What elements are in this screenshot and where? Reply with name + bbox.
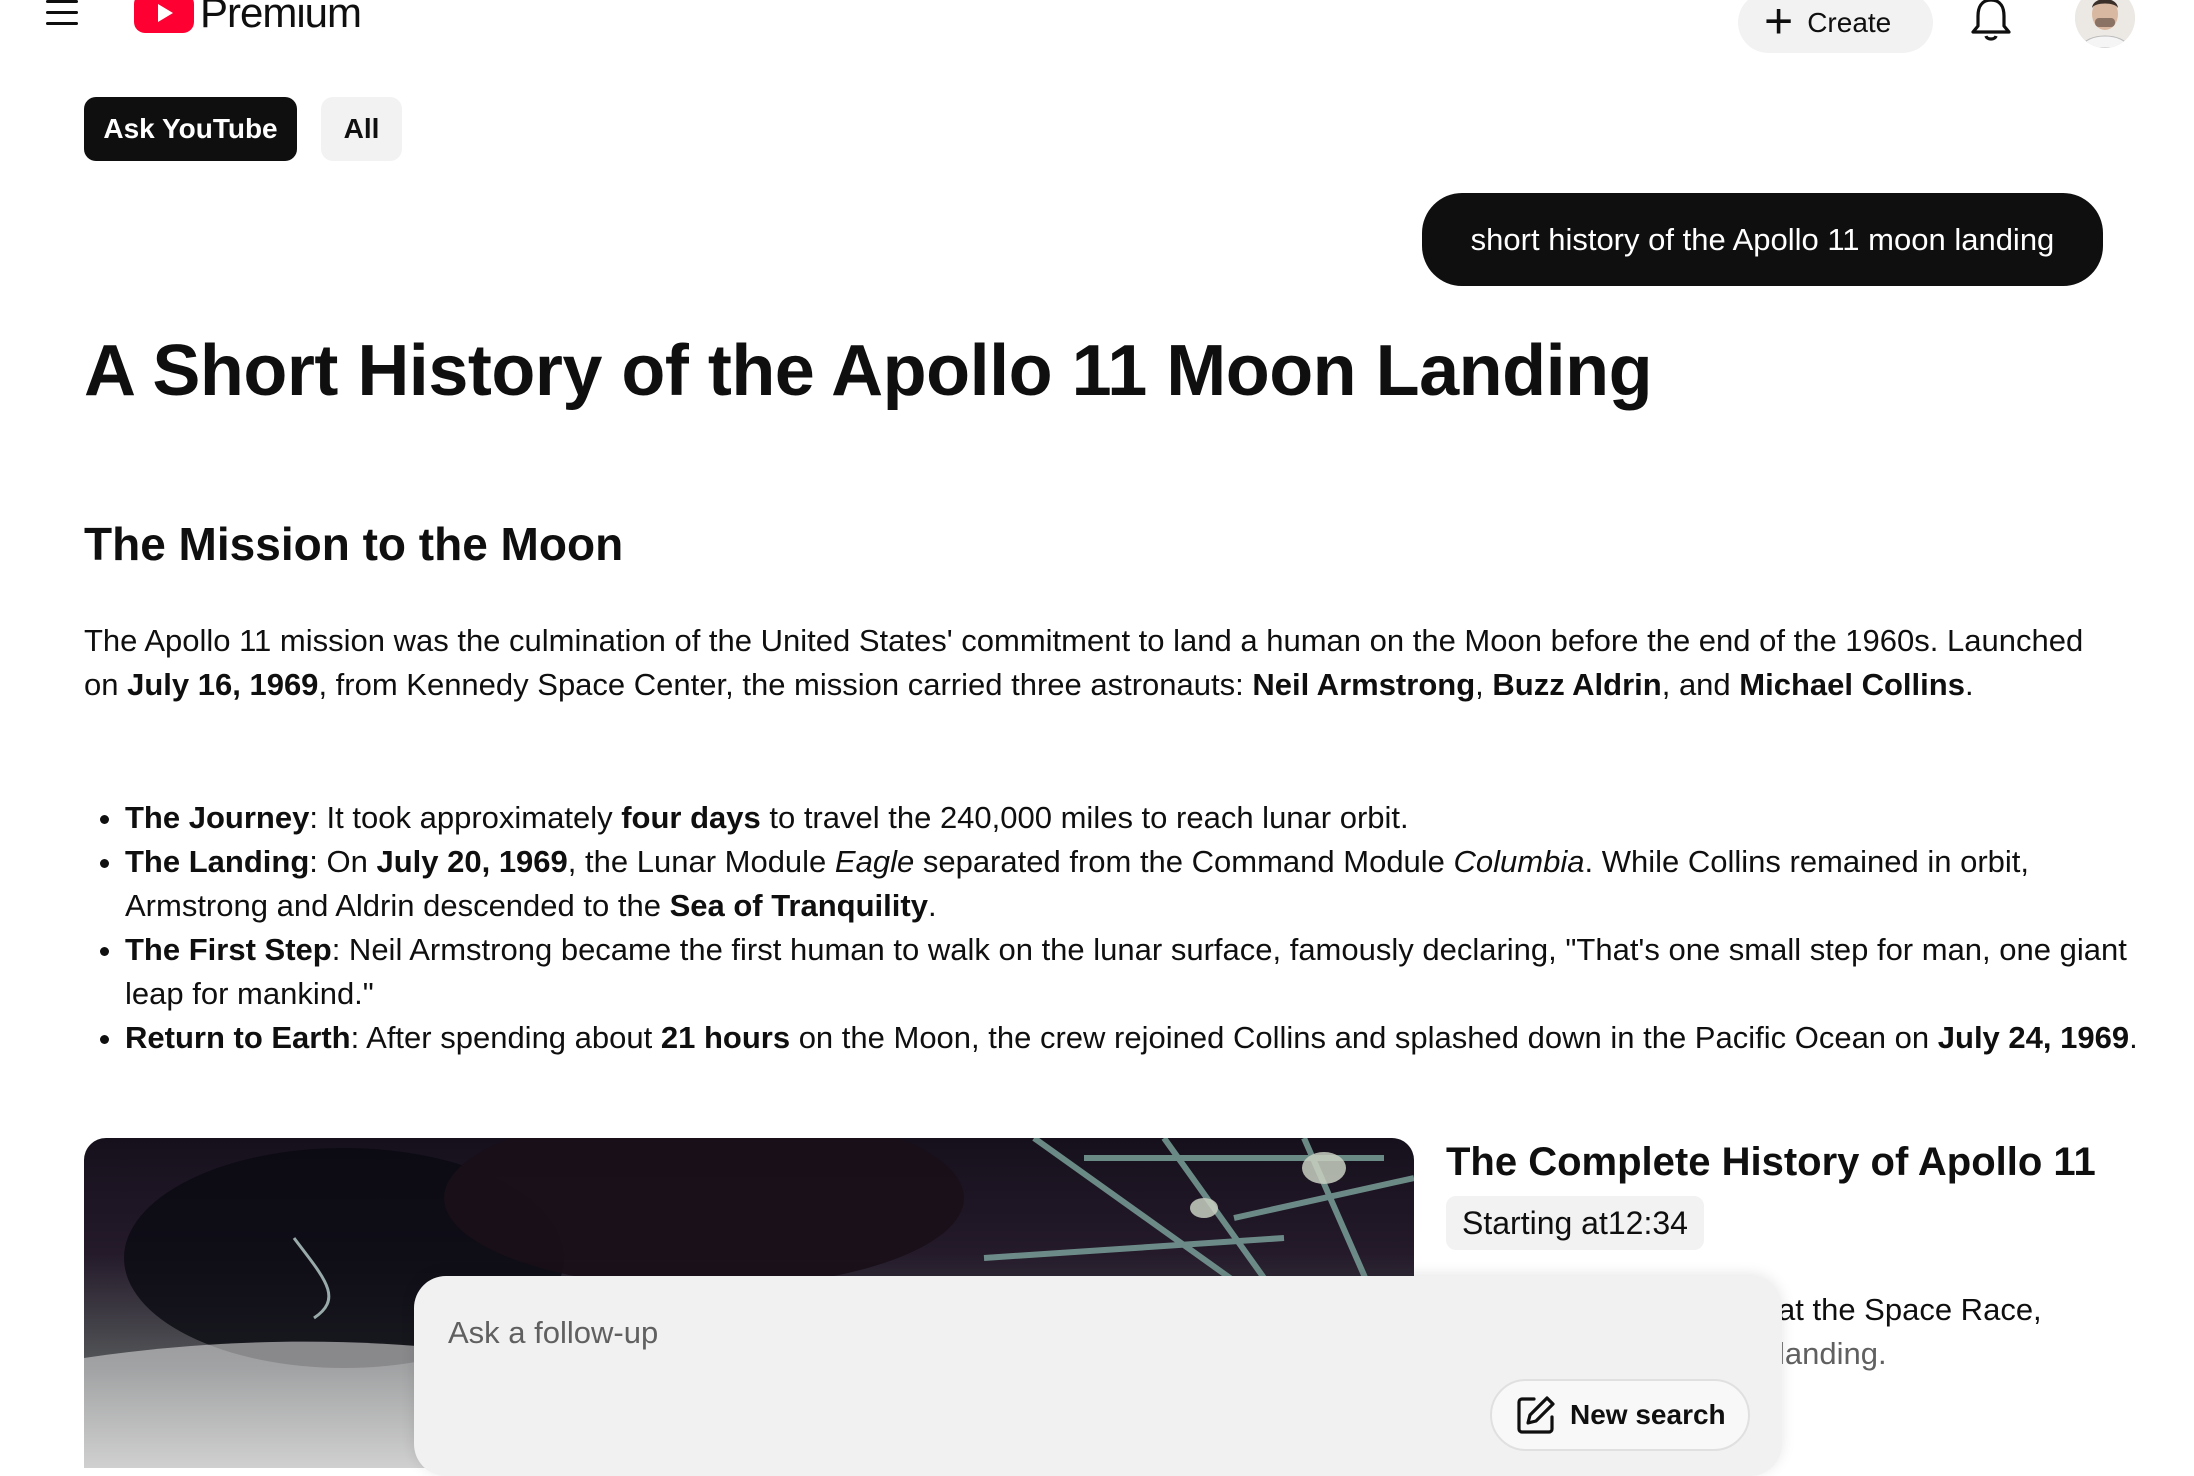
key-points-list: The Journey: It took approximately four … bbox=[84, 796, 2155, 1060]
section-heading: The Mission to the Moon bbox=[84, 518, 624, 570]
list-item-landing: The Landing: On July 20, 1969, the Lunar… bbox=[125, 840, 2155, 928]
list-item-journey: The Journey: It took approximately four … bbox=[125, 796, 2155, 840]
notifications-bell-icon[interactable] bbox=[1968, 0, 2014, 44]
chip-ask-youtube[interactable]: Ask YouTube bbox=[84, 97, 297, 161]
new-search-button[interactable]: New search bbox=[1490, 1379, 1750, 1451]
list-item-first-step: The First Step: Neil Armstrong became th… bbox=[125, 928, 2155, 1016]
edit-pencil-icon bbox=[1517, 1396, 1555, 1434]
new-search-label: New search bbox=[1570, 1399, 1726, 1430]
follow-up-panel: New search bbox=[414, 1276, 1782, 1476]
chip-all[interactable]: All bbox=[321, 97, 402, 161]
hamburger-menu-icon[interactable] bbox=[42, 0, 82, 34]
create-label: Create bbox=[1807, 6, 1892, 38]
plus-icon: + bbox=[1764, 0, 1794, 49]
intro-paragraph: The Apollo 11 mission was the culminatio… bbox=[84, 623, 2084, 702]
brand-name: Premium bbox=[200, 0, 362, 36]
timestamp-chip[interactable]: Starting at 12:34 bbox=[1446, 1196, 1704, 1250]
page-title: A Short History of the Apollo 11 Moon La… bbox=[84, 331, 1653, 411]
follow-up-input[interactable] bbox=[446, 1314, 1350, 1352]
video-title[interactable]: The Complete History of Apollo 11 bbox=[1446, 1140, 2096, 1185]
video-description-line-2: landing. bbox=[1778, 1336, 1887, 1371]
user-query-bubble: short history of the Apollo 11 moon land… bbox=[1422, 193, 2103, 286]
create-button[interactable]: + Create bbox=[1738, 0, 1933, 53]
list-item-return: Return to Earth: After spending about 21… bbox=[125, 1016, 2155, 1060]
avatar[interactable] bbox=[2075, 0, 2135, 48]
video-description-line-1: at the Space Race, bbox=[1778, 1292, 2042, 1327]
youtube-play-icon bbox=[134, 0, 194, 33]
youtube-logo[interactable]: Premium bbox=[134, 0, 362, 42]
